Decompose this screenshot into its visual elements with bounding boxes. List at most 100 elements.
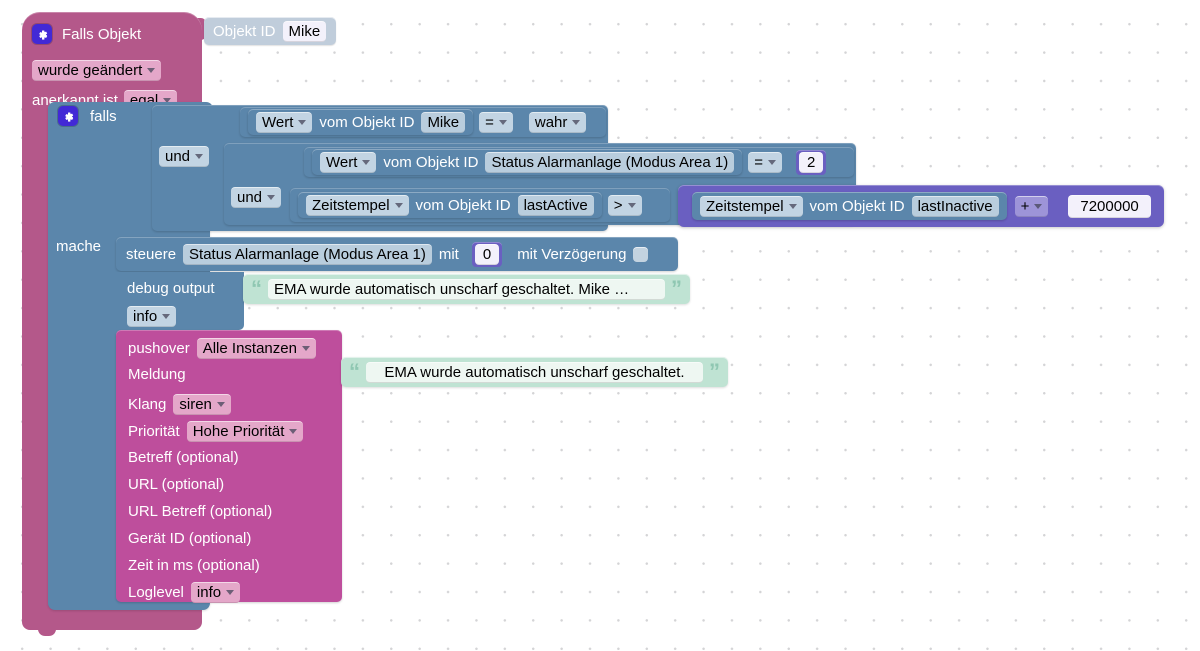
operator-value-2: = [754, 153, 763, 171]
pushover-message-socket [326, 362, 338, 384]
object-id-field[interactable]: Mike [282, 20, 327, 42]
operator-value-3: > [613, 196, 623, 214]
getter-kind-dropdown-1[interactable]: Wert [256, 111, 313, 133]
getter-kind-value-1: Wert [262, 113, 294, 131]
getter-block-1[interactable]: Wert vom Objekt ID Mike [248, 109, 474, 135]
debug-text-block[interactable]: “ EMA wurde automatisch unscharf geschal… [243, 274, 690, 304]
debug-level-dropdown[interactable]: info [127, 306, 177, 327]
debug-output-block[interactable]: debug output info [116, 272, 244, 330]
arithmetic-block[interactable]: Zeitstempel vom Objekt ID lastInactive +… [678, 185, 1164, 227]
getter-of-label-3: vom Objekt ID [415, 196, 511, 214]
math-operator-value: + [1020, 197, 1030, 215]
comparison-block-1[interactable]: Wert vom Objekt ID Mike = wahr [240, 107, 606, 137]
pushover-instance-dropdown[interactable]: Alle Instanzen [196, 338, 316, 359]
getter-object-id-value-3: lastActive [523, 196, 588, 214]
quote-open-icon: “ [251, 276, 262, 301]
delay-checkbox[interactable] [633, 246, 649, 262]
getter-object-id-2[interactable]: Status Alarmanlage (Modus Area 1) [485, 151, 735, 173]
logic-op-outer-value: und [165, 148, 191, 165]
event-block-falls-objekt[interactable]: Falls Objekt wurde geändert anerkannt is… [22, 12, 202, 111]
getter-block-4[interactable]: Zeitstempel vom Objekt ID lastInactive [692, 192, 1007, 220]
blockly-workspace[interactable]: Falls Objekt wurde geändert anerkannt is… [0, 0, 1200, 651]
getter-object-id-1[interactable]: Mike [421, 111, 466, 133]
chevron-down-icon [289, 429, 298, 434]
debug-text-field[interactable]: EMA wurde automatisch unscharf geschalte… [268, 278, 665, 300]
getter-object-id-value-4: lastInactive [917, 197, 993, 215]
control-statement-block[interactable]: steuere Status Alarmanlage (Modus Area 1… [116, 237, 678, 271]
pushover-title: pushover [128, 340, 190, 357]
chevron-down-icon [301, 346, 310, 351]
trigger-mode-dropdown[interactable]: wurde geändert [32, 60, 162, 81]
chevron-down-icon [226, 590, 235, 595]
pushover-message-text-field[interactable]: EMA wurde automatisch unscharf geschalte… [366, 361, 703, 383]
do-label: mache [56, 238, 102, 255]
event-block-foot [22, 608, 202, 630]
pushover-url-betreff-socket [326, 499, 338, 521]
if-block-header: falls [58, 106, 117, 126]
debug-output-label: debug output [127, 280, 215, 297]
chevron-down-icon [362, 159, 371, 165]
getter-object-id-3[interactable]: lastActive [517, 194, 594, 216]
pushover-loglevel-dropdown[interactable]: info [190, 582, 241, 603]
quote-close-icon: ” [709, 359, 720, 384]
pushover-priority-dropdown[interactable]: Hohe Priorität [186, 421, 304, 442]
gear-icon[interactable] [32, 24, 52, 44]
pushover-message-text-value: EMA wurde automatisch unscharf geschalte… [384, 363, 685, 381]
chevron-down-icon [572, 119, 581, 125]
number-block-2[interactable]: 2 [796, 149, 827, 175]
chevron-down-icon [195, 154, 204, 159]
control-value: 0 [474, 243, 500, 265]
gear-icon[interactable] [58, 106, 78, 126]
logic-op-inner-dropdown[interactable]: und [231, 187, 282, 208]
math-operand-field[interactable]: 7200000 [1068, 194, 1151, 218]
pushover-message-text-block[interactable]: “ EMA wurde automatisch unscharf geschal… [341, 357, 728, 387]
event-block-spine [22, 100, 50, 612]
pushover-sound-value: siren [179, 396, 212, 413]
comparison-block-2[interactable]: Wert vom Objekt ID Status Alarmanlage (M… [304, 147, 854, 177]
control-target-field[interactable]: Status Alarmanlage (Modus Area 1) [183, 243, 432, 265]
chevron-down-icon [788, 203, 797, 209]
event-block-title: Falls Objekt [62, 25, 142, 43]
logic-op-outer-dropdown[interactable]: und [159, 146, 210, 167]
getter-kind-dropdown-3[interactable]: Zeitstempel [306, 194, 409, 216]
operator-dropdown-1[interactable]: = [479, 111, 513, 133]
debug-level-value: info [133, 308, 158, 325]
pushover-optional-betreff: Betreff (optional) [128, 449, 239, 466]
pushover-block[interactable]: pushover Alle Instanzen Meldung Klang si… [116, 330, 342, 603]
getter-object-id-4[interactable]: lastInactive [911, 195, 999, 217]
getter-block-3[interactable]: Zeitstempel vom Objekt ID lastActive [298, 192, 602, 218]
pushover-sound-row: Klang siren [128, 394, 231, 415]
pushover-loglevel-row: Loglevel info [128, 582, 241, 603]
pushover-instance-value: Alle Instanzen [202, 340, 297, 357]
pushover-time-ms-socket [326, 553, 338, 575]
getter-kind-value-3: Zeitstempel [312, 196, 390, 214]
chevron-down-icon [627, 202, 636, 208]
chevron-down-icon [1034, 203, 1043, 209]
getter-kind-value-4: Zeitstempel [706, 197, 784, 215]
getter-of-label-4: vom Objekt ID [809, 197, 905, 215]
pushover-sound-dropdown[interactable]: siren [173, 394, 231, 415]
getter-kind-dropdown-4[interactable]: Zeitstempel [700, 195, 803, 217]
getter-kind-value-2: Wert [326, 153, 358, 171]
event-block-header: Falls Objekt [32, 24, 141, 44]
pushover-device-id-socket [326, 526, 338, 548]
operator-dropdown-2[interactable]: = [748, 151, 782, 173]
object-id-value: Mike [288, 22, 321, 40]
control-delay-label: mit Verzögerung [517, 245, 627, 263]
getter-block-2[interactable]: Wert vom Objekt ID Status Alarmanlage (M… [312, 149, 743, 175]
boolean-dropdown-1[interactable]: wahr [528, 111, 587, 133]
comparison-block-3[interactable]: Zeitstempel vom Objekt ID lastActive > [290, 188, 670, 222]
control-value-number-block[interactable]: 0 [471, 241, 503, 267]
control-with-label: mit [438, 245, 459, 263]
pushover-loglevel-value: info [196, 584, 222, 601]
chevron-down-icon [216, 402, 225, 407]
getter-kind-dropdown-2[interactable]: Wert [320, 151, 377, 173]
operator-dropdown-3[interactable]: > [607, 194, 642, 216]
math-operator-dropdown[interactable]: + [1014, 195, 1049, 217]
pushover-loglevel-label: Loglevel [128, 584, 184, 601]
pushover-priority-row: Priorität Hohe Priorität [128, 421, 304, 442]
operator-value-1: = [485, 113, 494, 131]
pushover-message-row: Meldung [128, 367, 186, 382]
object-id-block[interactable]: Objekt ID Mike [204, 17, 336, 45]
if-label: falls [90, 107, 117, 125]
